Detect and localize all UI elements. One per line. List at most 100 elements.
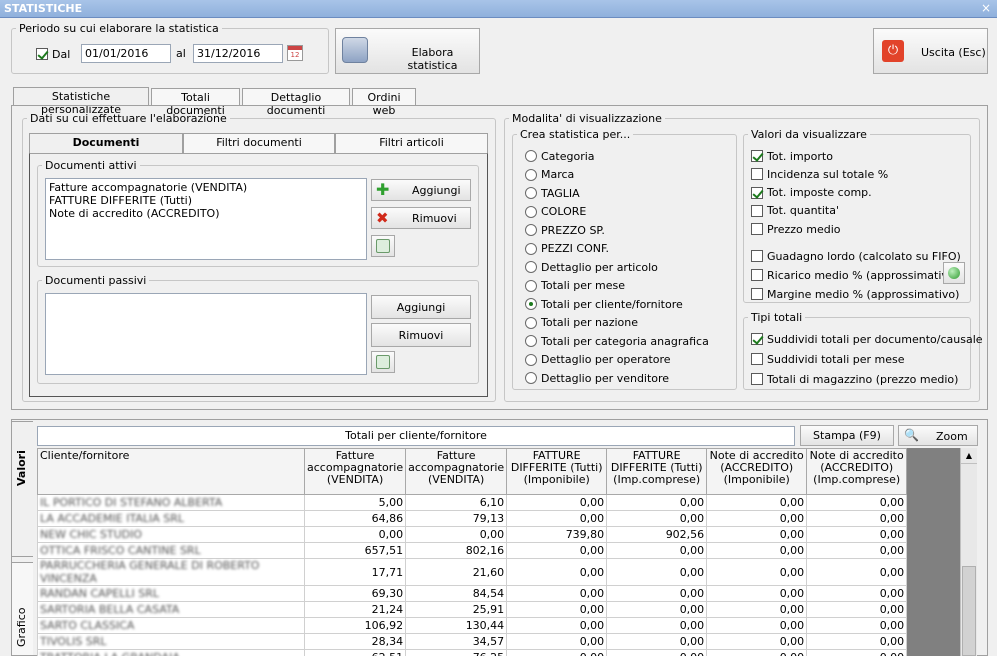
cell-value[interactable]: 802,16 [405, 542, 508, 559]
checkbox-option[interactable]: Guadagno lordo (calcolato su FIFO) [751, 249, 961, 263]
aggiungi-passivi-button[interactable]: Aggiungi [371, 295, 471, 319]
radio-option[interactable]: TAGLIA [525, 186, 580, 200]
radio-option[interactable]: Dettaglio per venditore [525, 371, 669, 385]
cell-value[interactable]: 0,00 [606, 601, 708, 618]
cell-value[interactable]: 0,00 [606, 510, 708, 527]
cell-cliente[interactable]: SARTO CLASSICA [37, 617, 305, 634]
rimuovi-attivi-button[interactable]: ✖ Rimuovi [371, 207, 471, 229]
tab-filtri-articoli[interactable]: Filtri articoli [335, 133, 488, 153]
radio-button[interactable] [525, 353, 537, 366]
radio-button[interactable] [525, 242, 537, 255]
dal-checkbox-row[interactable]: Dal [36, 47, 70, 61]
vertical-scrollbar[interactable]: ▲ [960, 448, 977, 656]
column-header[interactable]: Note di accredito (ACCREDITO) (Imp.compr… [806, 448, 908, 495]
zoom-button[interactable]: 🔍 Zoom [898, 425, 978, 446]
checkbox[interactable] [751, 168, 763, 181]
checkbox-option[interactable]: Prezzo medio [751, 222, 841, 236]
table-row[interactable]: SARTO CLASSICA 106,92 130,44 0,00 0,00 0,00 0,… [37, 617, 908, 634]
cell-value[interactable]: 62,51 [303, 649, 407, 656]
column-header[interactable]: Cliente/fornitore [37, 448, 305, 495]
elabora-statistica-button[interactable]: Elabora statistica [335, 28, 480, 74]
cell-value[interactable]: 6,10 [405, 494, 508, 511]
checkbox-option[interactable]: Totali di magazzino (prezzo medio) [751, 372, 958, 386]
cell-cliente[interactable]: OTTICA FRISCO CANTINE SRL [37, 542, 305, 559]
column-header[interactable]: FATTURE DIFFERITE (Tutti) (Imp.comprese) [606, 448, 708, 495]
radio-option[interactable]: Dettaglio per operatore [525, 353, 671, 366]
radio-button[interactable] [525, 150, 537, 162]
cell-value[interactable]: 130,44 [405, 617, 508, 634]
checkbox[interactable] [751, 250, 763, 262]
checkbox-option[interactable]: Margine medio % (approssimativo) [751, 287, 959, 301]
cell-value[interactable]: 0,00 [506, 649, 608, 656]
cell-value[interactable]: 0,00 [806, 510, 908, 527]
table-row[interactable]: RANDAN CAPELLI SRL 69,30 84,54 0,00 0,00 0,00… [37, 585, 908, 602]
radio-button[interactable] [525, 224, 537, 236]
tab-dettaglio-documenti[interactable]: Dettaglio documenti [242, 88, 350, 117]
table-row[interactable]: OTTICA FRISCO CANTINE SRL 657,51 802,16 0,0… [37, 542, 908, 559]
cell-value[interactable]: 0,00 [606, 542, 708, 559]
cell-cliente[interactable]: NEW CHIC STUDIO [37, 526, 305, 543]
dal-date-input[interactable]: 01/01/2016 [81, 44, 171, 63]
uscita-button[interactable]: ⏻ Uscita (Esc) [873, 28, 988, 74]
cell-value[interactable]: 0,00 [806, 585, 908, 602]
side-tab-grafico[interactable]: Grafico [11, 562, 33, 656]
radio-option[interactable]: Dettaglio per articolo [525, 260, 658, 274]
cell-value[interactable]: 34,57 [405, 633, 508, 650]
radio-button[interactable] [525, 335, 537, 347]
table-row[interactable]: TIVOLIS SRL 28,34 34,57 0,00 0,00 0,00 0,00 [37, 633, 908, 650]
side-tab-valori[interactable]: Valori [11, 421, 33, 557]
cell-cliente[interactable]: TIVOLIS SRL [37, 633, 305, 650]
cell-value[interactable]: 0,00 [706, 617, 808, 634]
checkbox-option[interactable]: Tot. imposte comp. [751, 186, 872, 199]
cell-value[interactable]: 0,00 [506, 601, 608, 618]
cell-value[interactable]: 64,86 [303, 510, 407, 527]
cell-value[interactable]: 0,00 [806, 526, 908, 543]
cell-value[interactable]: 0,00 [606, 649, 708, 656]
cell-value[interactable]: 21,60 [405, 558, 508, 586]
cell-value[interactable]: 5,00 [303, 494, 407, 511]
cell-value[interactable]: 28,34 [303, 633, 407, 650]
checkbox[interactable] [751, 333, 763, 345]
checkbox[interactable] [751, 353, 763, 365]
recycle-passivi-button[interactable] [371, 351, 395, 373]
tab-statistiche-personalizzate[interactable]: Statistiche personalizzate [13, 87, 149, 116]
tab-ordini-web[interactable]: Ordini web [352, 88, 416, 117]
radio-option[interactable]: PREZZO SP. [525, 223, 605, 237]
scroll-up-arrow-icon[interactable]: ▲ [961, 448, 977, 464]
cell-value[interactable]: 76,25 [405, 649, 508, 656]
cell-value[interactable]: 739,80 [506, 526, 608, 543]
radio-button[interactable] [525, 168, 537, 181]
radio-option[interactable]: Totali per cliente/fornitore [525, 297, 683, 311]
cell-cliente[interactable]: TRATTORIA LA GRANDAIA [37, 649, 305, 656]
cell-value[interactable]: 0,00 [506, 585, 608, 602]
al-date-input[interactable]: 31/12/2016 [193, 44, 283, 63]
close-icon[interactable]: × [979, 1, 993, 15]
checkbox-option[interactable]: Suddividi totali per documento/causale [751, 332, 983, 346]
checkbox[interactable] [751, 186, 763, 199]
table-row[interactable]: SARTORIA BELLA CASATA 21,24 25,91 0,00 0,00 0… [37, 601, 908, 618]
cell-value[interactable]: 0,00 [706, 510, 808, 527]
cell-value[interactable]: 0,00 [806, 558, 908, 586]
radio-button[interactable] [525, 205, 537, 218]
cell-cliente[interactable]: IL PORTICO DI STEFANO ALBERTA [37, 494, 305, 511]
column-header[interactable]: Fatture accompagnatorie (VENDITA) [303, 448, 407, 495]
checkbox-option[interactable]: Incidenza sul totale % [751, 167, 888, 181]
calendar-icon[interactable]: 12 [287, 45, 303, 61]
cell-value[interactable]: 902,56 [606, 526, 708, 543]
cell-cliente[interactable]: LA ACCADEMIE ITALIA SRL [37, 510, 305, 527]
cell-value[interactable]: 0,00 [606, 558, 708, 586]
cell-value[interactable]: 0,00 [506, 510, 608, 527]
cell-value[interactable]: 0,00 [706, 494, 808, 511]
table-row[interactable]: IL PORTICO DI STEFANO ALBERTA 5,00 6,10 0,0… [37, 494, 908, 511]
cell-value[interactable]: 79,13 [405, 510, 508, 527]
cell-value[interactable]: 25,91 [405, 601, 508, 618]
column-header[interactable]: FATTURE DIFFERITE (Tutti) (Imponibile) [506, 448, 608, 495]
cell-value[interactable]: 17,71 [303, 558, 407, 586]
checkbox[interactable] [751, 150, 763, 162]
dal-checkbox[interactable] [36, 48, 48, 60]
cell-value[interactable]: 0,00 [706, 526, 808, 543]
documenti-attivi-list[interactable]: Fatture accompagnatorie (VENDITA) FATTUR… [45, 178, 367, 260]
checkbox-option[interactable]: Tot. quantita' [751, 204, 839, 217]
tab-filtri-documenti[interactable]: Filtri documenti [183, 133, 335, 153]
radio-option[interactable]: COLORE [525, 205, 586, 218]
